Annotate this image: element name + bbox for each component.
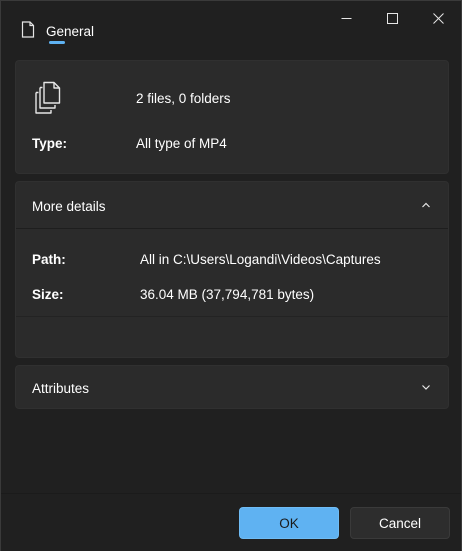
- path-label: Path:: [32, 252, 66, 267]
- path-value: All in C:\Users\Logandi\Videos\Captures: [140, 252, 381, 267]
- more-details-header[interactable]: More details: [16, 182, 448, 229]
- close-icon: [432, 12, 444, 24]
- type-value: All type of MP4: [136, 136, 227, 151]
- document-icon: [21, 21, 35, 38]
- tab-general-label: General: [46, 24, 95, 39]
- minimize-button[interactable]: [323, 1, 369, 35]
- ok-button[interactable]: OK: [239, 507, 339, 539]
- contents-summary: 2 files, 0 folders: [136, 91, 231, 106]
- dialog-footer: OK Cancel: [1, 493, 461, 551]
- more-details-title: More details: [32, 199, 106, 214]
- attributes-card[interactable]: Attributes: [15, 365, 449, 409]
- maximize-button[interactable]: [369, 1, 415, 35]
- title-bar: General: [1, 1, 461, 49]
- more-details-card: More details Path: All in C:\Users\Logan…: [15, 181, 449, 358]
- close-button[interactable]: [415, 1, 461, 35]
- details-divider: [16, 316, 448, 317]
- chevron-up-icon: [422, 202, 430, 208]
- tab-selected-indicator: [49, 41, 65, 44]
- chevron-down-icon: [422, 385, 430, 390]
- cancel-button[interactable]: Cancel: [350, 507, 450, 539]
- type-label: Type:: [32, 136, 68, 151]
- size-value: 36.04 MB (37,794,781 bytes): [140, 287, 315, 302]
- maximize-icon: [386, 12, 398, 24]
- size-label: Size:: [32, 287, 64, 302]
- multiple-files-icon: [35, 81, 61, 114]
- summary-card: 2 files, 0 folders Type: All type of MP4: [15, 60, 449, 174]
- attributes-title: Attributes: [32, 381, 90, 396]
- minimize-icon: [341, 17, 351, 19]
- properties-window: General 2 files, 0 folders Type: All typ…: [0, 0, 462, 551]
